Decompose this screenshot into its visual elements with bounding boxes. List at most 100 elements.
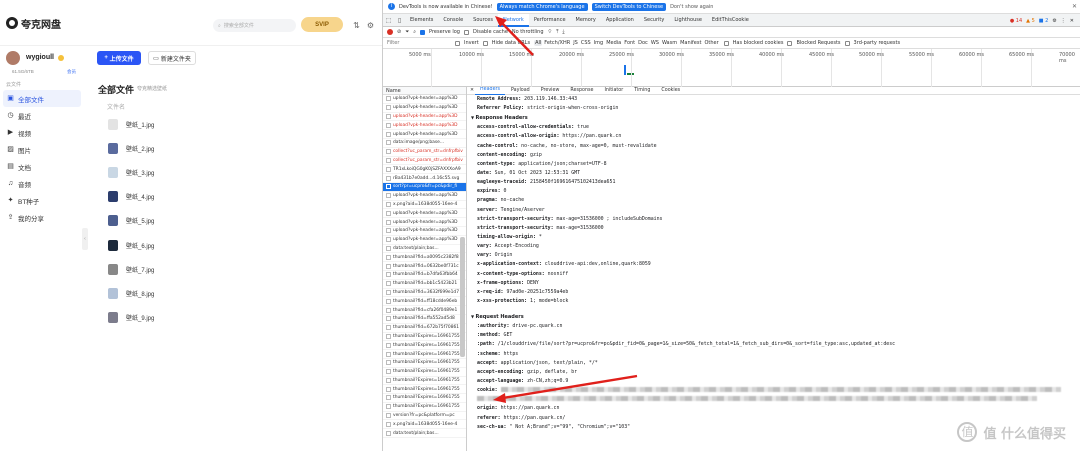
request-row[interactable]: thumbnail?Expires=16961755 <box>383 385 466 395</box>
svip-badge-button[interactable]: SVIP <box>301 17 343 32</box>
request-row[interactable]: thumbnail?Expires=16961755 <box>383 368 466 377</box>
detail-tab-timing[interactable]: Timing <box>629 87 655 95</box>
request-row[interactable]: thumbnail?Expires=16961755 <box>383 333 466 342</box>
sidebar-item-2[interactable]: ▶ 视频 <box>3 124 81 141</box>
request-row[interactable]: thumbnail?Expires=16961755 <box>383 394 466 403</box>
transfer-icon[interactable]: ⇅ <box>352 21 361 30</box>
response-headers-section[interactable]: Response Headers <box>471 113 1080 123</box>
member-link[interactable]: 会员 <box>67 69 76 75</box>
request-row[interactable]: thumbnail?Expires=16961755 <box>383 359 466 368</box>
invert-checkbox[interactable] <box>455 40 460 46</box>
request-row[interactable]: sort?pr=ucpro&fr=pc&pdir_fi <box>383 182 466 192</box>
tab-security[interactable]: Security <box>639 14 670 27</box>
more-menu-icon[interactable]: ⋮ <box>1061 18 1066 24</box>
sidebar-item-7[interactable]: ⇪ 我的分享 <box>3 209 81 226</box>
settings-icon[interactable]: ⚙ <box>366 21 375 30</box>
filter-type-img[interactable]: Img <box>593 40 605 46</box>
upload-button[interactable]: + 上传文件 <box>97 51 141 65</box>
filter-type-ws[interactable]: WS <box>650 40 660 46</box>
file-row[interactable]: 壁纸_2.jpg <box>98 136 378 160</box>
tab-memory[interactable]: Memory <box>571 14 601 27</box>
inspect-element-icon[interactable]: ⬚ <box>383 17 394 24</box>
search-input[interactable]: ⌕ 搜索全部文件 <box>213 19 296 32</box>
file-row[interactable]: 壁纸_6.jpg <box>98 233 378 257</box>
preserve-log-checkbox[interactable] <box>420 29 426 35</box>
filter-type-css[interactable]: CSS <box>580 40 592 46</box>
filter-type-font[interactable]: Font <box>623 40 636 46</box>
file-row[interactable]: 壁纸_8.jpg <box>98 281 378 305</box>
request-row[interactable]: x.png?aid=1638d055-16ee-4 <box>383 420 466 430</box>
detail-tab-preview[interactable]: Preview <box>536 87 565 95</box>
tab-sources[interactable]: Sources <box>468 14 498 27</box>
blocked-requests-checkbox[interactable] <box>787 40 793 46</box>
sidebar-item-6[interactable]: ✦ BT种子 <box>3 192 81 209</box>
hide-data-urls-checkbox[interactable] <box>482 40 488 46</box>
file-row[interactable]: 壁纸_4.jpg <box>98 185 378 209</box>
request-row[interactable]: thumbnail?fid=cfa26f0489e1 <box>383 306 466 315</box>
request-row[interactable]: upload?vpk-header=app%3D <box>383 209 466 219</box>
detail-tab-response[interactable]: Response <box>565 87 598 95</box>
request-row[interactable]: upload?vpk-header=app%3D <box>383 192 466 201</box>
request-row[interactable]: data:text/plain;bas... <box>383 429 466 439</box>
request-row[interactable]: thumbnail?fid=ffa552ad5d8 <box>383 315 466 324</box>
request-row[interactable]: data:text/plain;bas... <box>383 245 466 254</box>
file-row[interactable]: 壁纸_1.jpg <box>98 112 378 136</box>
request-row[interactable]: upload?vpk-header=app%3D <box>383 104 466 113</box>
request-row[interactable]: thumbnail?fid=a0095c2382f8 <box>383 253 466 263</box>
filter-type-wasm[interactable]: Wasm <box>661 40 678 46</box>
request-row[interactable]: rBa431b7e0add...d.16c55.svg <box>383 174 466 183</box>
file-row[interactable]: 壁纸_9.jpg <box>98 306 378 330</box>
name-column-header[interactable]: Name <box>383 87 466 95</box>
file-row[interactable]: 壁纸_5.jpg <box>98 209 378 233</box>
tab-elements[interactable]: Elements <box>405 14 438 27</box>
export-icon[interactable]: ⤓ <box>562 29 564 35</box>
file-row[interactable]: 壁纸_7.jpg <box>98 257 378 281</box>
sidebar-item-1[interactable]: ◷ 最近 <box>3 107 81 124</box>
tab-network[interactable]: Network <box>497 13 529 27</box>
filter-icon[interactable]: ⏷ <box>405 29 409 35</box>
request-row[interactable]: upload?vpk-header=app%3D <box>383 95 466 104</box>
sidebar-item-5[interactable]: ♫ 音频 <box>3 175 81 192</box>
third-party-checkbox[interactable] <box>844 40 850 46</box>
import-icon[interactable]: ⤒ <box>556 29 558 35</box>
filter-type-other[interactable]: Other <box>703 40 719 46</box>
close-icon[interactable]: ✕ <box>1072 3 1077 10</box>
request-row[interactable]: TR1xLkoiQG0gK0jSZFAXXXoA9 <box>383 165 466 175</box>
user-profile[interactable]: wygioull 61.5G/6TB 会员 <box>6 51 81 77</box>
request-row[interactable]: thumbnail?Expires=16961755 <box>383 377 466 386</box>
sidebar-item-4[interactable]: ▤ 文档 <box>3 158 81 175</box>
request-row[interactable]: thumbnail?fid=b7dfa63fbb64 <box>383 271 466 280</box>
request-row[interactable]: collect?uc_param_str=dnfrpfbiv <box>383 148 466 157</box>
request-row[interactable]: thumbnail?fid=ff18cdde96eb <box>383 297 466 307</box>
sidebar-item-0[interactable]: ▣ 全部文件 <box>3 90 81 107</box>
dont-show-again-link[interactable]: Don't show again <box>670 4 713 10</box>
request-headers-section[interactable]: Request Headers <box>471 312 1080 322</box>
tab-application[interactable]: Application <box>601 14 639 27</box>
request-row[interactable]: data:image/png;base... <box>383 139 466 148</box>
detail-tab-initiator[interactable]: Initiator <box>599 87 628 95</box>
sidebar-item-3[interactable]: ▨ 图片 <box>3 141 81 158</box>
close-devtools-icon[interactable]: ✕ <box>1070 18 1074 24</box>
match-language-button[interactable]: Always match Chrome's language <box>496 2 588 11</box>
request-row[interactable]: thumbnail?Expires=16961755 <box>383 350 466 359</box>
settings-gear-icon[interactable]: ⚙ <box>1052 18 1056 24</box>
filter-type-media[interactable]: Media <box>605 40 622 46</box>
disable-cache-checkbox[interactable] <box>463 29 469 35</box>
column-header-filename[interactable]: 文件名 <box>107 102 125 111</box>
request-row[interactable]: thumbnail?fid=3632f699e1d7 <box>383 289 466 298</box>
file-row[interactable]: 壁纸_3.jpg <box>98 160 378 184</box>
tab-lighthouse[interactable]: Lighthouse <box>669 14 707 27</box>
request-row[interactable]: x.png?aid=1638d055-16ee-4 <box>383 201 466 210</box>
request-list-scrollbar[interactable] <box>460 237 465 357</box>
device-toolbar-icon[interactable]: ▯ <box>394 17 405 24</box>
filter-type-all[interactable]: All <box>534 40 543 46</box>
sidebar-collapse-handle[interactable]: ‹ <box>82 228 88 250</box>
detail-tab-headers[interactable]: Headers <box>475 87 505 95</box>
close-detail-icon[interactable]: ✕ <box>470 88 474 93</box>
app-logo[interactable]: 夸克网盘 <box>6 15 61 31</box>
throttling-select[interactable]: No throttling <box>512 29 544 35</box>
wifi-icon[interactable]: ⌔ <box>548 29 553 35</box>
filter-type-fetchxhr[interactable]: Fetch/XHR <box>543 40 571 46</box>
request-row[interactable]: thumbnail?fid=672b75f70861 <box>383 324 466 333</box>
tab-console[interactable]: Console <box>438 14 468 27</box>
